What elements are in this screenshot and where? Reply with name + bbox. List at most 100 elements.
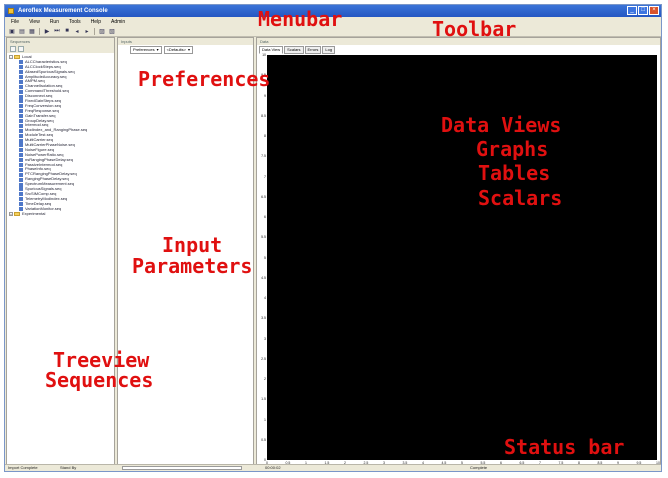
y-axis-tick-label: 2.5 (261, 356, 266, 361)
sequence-file-icon (19, 65, 23, 70)
menu-help[interactable]: Help (91, 19, 101, 25)
back-icon[interactable]: ◂ (74, 28, 80, 35)
sequence-file-icon (19, 89, 23, 94)
tab-scalars[interactable]: Scalars (284, 46, 304, 54)
menu-tools[interactable]: Tools (69, 19, 81, 25)
data-tabs: Data View Scalars Errors Log (259, 46, 336, 54)
sequence-treeview[interactable]: - Local ALCCharacteristics.seq ALCClockSt… (9, 54, 114, 217)
sequence-file-icon (19, 133, 23, 138)
window-title: Aeroflex Measurement Console (18, 8, 108, 14)
status-time: 00:00:02 (265, 465, 281, 470)
annotation-parameters: Parameters (132, 254, 253, 278)
y-axis-tick-label: 1.5 (261, 397, 266, 402)
y-axis-tick-label: 7 (264, 174, 266, 179)
save-all-icon[interactable]: ▦ (29, 28, 35, 35)
annotation-menubar: Menubar (258, 7, 343, 31)
status-message: Import Complete (8, 465, 38, 470)
close-button[interactable]: × (649, 6, 659, 15)
sequence-file-icon (19, 153, 23, 158)
menu-file[interactable]: File (11, 19, 19, 25)
chevron-down-icon: ▾ (187, 47, 190, 52)
chart-icon[interactable]: ▨ (99, 28, 105, 35)
y-axis-tick-label: 8 (264, 134, 266, 138)
preferences-label: Preferences (133, 47, 155, 52)
sequence-file-icon (19, 192, 23, 197)
sequence-file-icon (19, 182, 23, 187)
sequence-file-icon (19, 75, 23, 79)
y-axis-tick-label: 8.5 (261, 113, 266, 118)
annotation-preferences: Preferences (138, 67, 271, 91)
application-window: Aeroflex Measurement Console _ □ × File … (4, 4, 662, 472)
open-icon[interactable]: ▣ (9, 28, 15, 35)
sequence-file-icon (19, 119, 23, 124)
annotation-tables: Tables (478, 161, 551, 185)
sequences-panel: Sequences - Local ALCCharacteristics.seq… (6, 37, 115, 469)
step-icon[interactable]: ⏭ (54, 28, 60, 34)
status-state: Complete (470, 465, 488, 470)
y-axis-tick-label: 10 (262, 53, 266, 57)
annotation-sequences: Sequences (45, 368, 154, 392)
y-axis-tick-label: 4.5 (261, 275, 266, 280)
sequence-file-icon (19, 167, 23, 172)
tree-node-experimental[interactable]: + Experimental (9, 211, 114, 217)
save-icon[interactable]: ▤ (19, 28, 25, 35)
sequence-file-icon (19, 202, 23, 207)
stop-icon[interactable]: ■ (64, 28, 70, 34)
inputs-header: Inputs (118, 38, 253, 45)
sequence-file-icon (19, 177, 23, 182)
sequence-file-icon (19, 84, 23, 89)
sequence-file-icon (19, 60, 23, 65)
annotation-graphs: Graphs (476, 137, 549, 161)
y-axis-tick-label: 5 (264, 255, 266, 260)
y-axis-tick-label: 7.5 (261, 154, 266, 159)
annotation-status-bar: Status bar (504, 435, 625, 459)
sequence-file-icon (19, 138, 23, 143)
toolbar-separator (94, 27, 95, 35)
sequence-file-icon (19, 163, 23, 168)
menu-admin[interactable]: Admin (111, 19, 125, 25)
sequence-file-icon (19, 158, 23, 163)
sequence-file-icon (19, 148, 23, 153)
annotation-toolbar: Toolbar (432, 17, 517, 41)
preferences-row: Preferences ▾ <Defaults> ▾ (130, 46, 193, 54)
sequence-file-icon (19, 128, 23, 133)
collapse-icon[interactable]: - (9, 55, 13, 60)
expand-icon[interactable]: + (9, 211, 13, 216)
tab-errors[interactable]: Errors (304, 46, 322, 54)
y-axis-tick-label: 6 (264, 215, 266, 219)
sequence-file-icon (19, 187, 23, 192)
run-icon[interactable]: ▶ (44, 28, 50, 35)
sequences-header: Sequences (7, 38, 114, 45)
sequence-file-icon (19, 104, 23, 109)
y-axis-tick-label: 3 (264, 336, 266, 341)
annotation-data-views: Data Views (441, 113, 562, 137)
y-axis-tick-label: 6.5 (261, 194, 266, 199)
properties-icon[interactable] (18, 46, 24, 52)
sequences-mini-toolbar (7, 45, 114, 53)
minimize-button[interactable]: _ (627, 6, 637, 15)
options-icon[interactable]: ▧ (109, 28, 115, 35)
folder-icon (14, 211, 20, 216)
refresh-icon[interactable] (10, 46, 16, 52)
preferences-dropdown[interactable]: Preferences ▾ (130, 46, 162, 54)
forward-icon[interactable]: ▸ (84, 28, 90, 35)
sequence-file-icon (19, 94, 23, 99)
preferences-value: <Defaults> (166, 47, 186, 52)
y-axis-tick-label: 1 (264, 417, 266, 422)
maximize-button[interactable]: □ (638, 6, 648, 15)
y-axis-tick-label: 5.5 (261, 235, 266, 240)
y-axis-tick-label: 3.5 (261, 316, 266, 321)
folder-icon (14, 55, 20, 60)
chevron-down-icon: ▾ (156, 47, 159, 52)
preferences-value-dropdown[interactable]: <Defaults> ▾ (163, 46, 193, 54)
toolbar-separator (39, 27, 40, 35)
progress-bar (122, 466, 242, 470)
sequence-file-icon (19, 99, 23, 104)
menu-view[interactable]: View (29, 19, 40, 25)
sequence-file-icon (19, 109, 23, 114)
y-axis-tick-label: 4 (264, 296, 266, 300)
tab-log[interactable]: Log (322, 46, 336, 54)
menu-run[interactable]: Run (50, 19, 59, 25)
data-panel: Data Data View Scalars Errors Log 10 9.5 9… (256, 37, 661, 469)
status-bar: Import Complete Stand By 00:00:02 Comple… (5, 464, 661, 471)
